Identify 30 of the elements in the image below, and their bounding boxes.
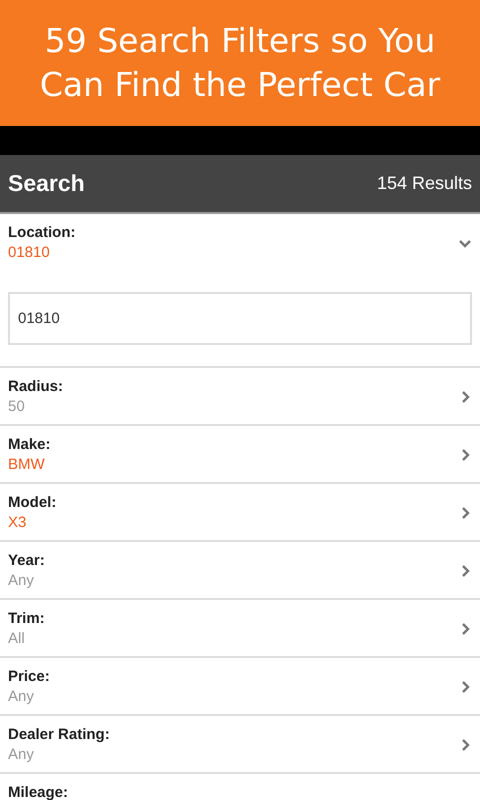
filter-row[interactable]: Location: 01810 01810 [0, 214, 480, 368]
filter-row[interactable]: Trim: All [0, 600, 480, 658]
filter-value: Any [8, 687, 35, 707]
filter-row[interactable]: Model: X3 [0, 484, 480, 542]
location-input-field[interactable]: 01810 [8, 292, 472, 345]
screen-title: Search [8, 170, 85, 197]
results-count: 154 Results [376, 173, 472, 194]
filter-label: Make: [8, 435, 51, 455]
filter-value: X3 [8, 513, 28, 533]
filter-label: Year: [8, 551, 45, 571]
filter-label: Trim: [8, 609, 45, 629]
filter-row[interactable]: Dealer Rating: Any [0, 716, 480, 774]
filter-label: Mileage: [8, 783, 68, 800]
filter-value: 01810 [8, 243, 51, 263]
filter-label: Location: [8, 223, 76, 243]
filter-label: Model: [8, 493, 56, 513]
banner-headline: 59 Search Filters so You Can Find the Perfect Car [38, 20, 442, 106]
filter-label: Price: [8, 667, 50, 687]
filter-row[interactable]: Mileage: [0, 774, 480, 800]
filter-label: Dealer Rating: [8, 725, 110, 745]
filter-value: All [8, 629, 26, 649]
filter-value: BMW [8, 455, 46, 475]
filter-row[interactable]: Year: Any [0, 542, 480, 600]
filter-row[interactable]: Radius: 50 [0, 368, 480, 426]
filter-row[interactable]: Make: BMW [0, 426, 480, 484]
filter-value: Any [8, 571, 35, 591]
filter-value: Any [8, 745, 35, 765]
filter-row[interactable]: Price: Any [0, 658, 480, 716]
filter-value: 50 [8, 397, 26, 417]
filter-label: Radius: [8, 377, 64, 397]
